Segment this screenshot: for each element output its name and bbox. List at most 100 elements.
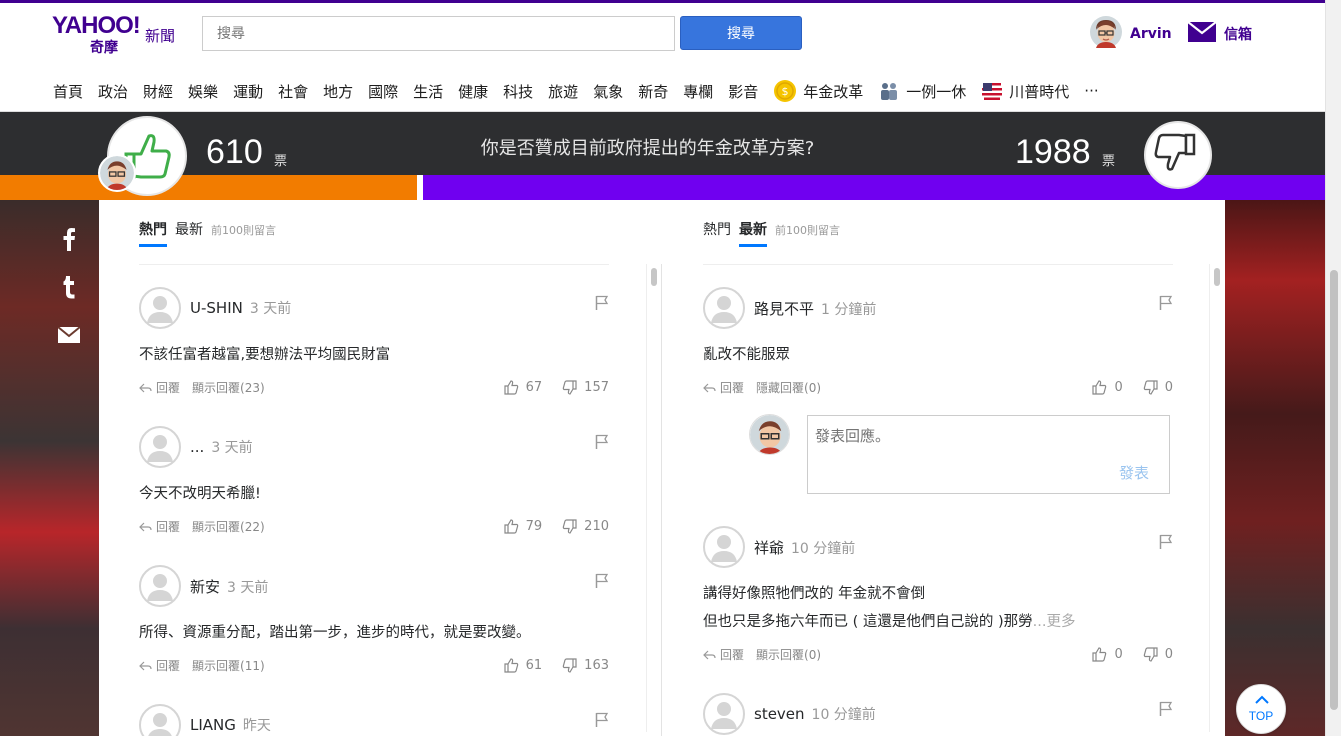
report-flag-icon[interactable] [1159,701,1173,721]
post-reply-button[interactable]: 發表 [1119,462,1149,483]
page-scrollbar-thumb[interactable] [1330,270,1338,710]
nav-item-sports[interactable]: 運動 [233,81,263,102]
reply-composer: 發表 [807,415,1170,494]
comment-like-button[interactable]: 0 [1092,380,1123,395]
reply-button[interactable]: 回覆 [139,518,180,535]
left-comments-scrollbar[interactable] [646,264,656,732]
coin-icon: $ [773,79,797,103]
right-comment-tabs: 熱門 最新 前100則留言 [703,219,840,247]
tab-latest[interactable]: 最新 [739,219,767,247]
nav-more-button[interactable]: ··· [1084,82,1098,100]
nav-item-odd[interactable]: 新奇 [638,81,668,102]
page-scrollbar[interactable] [1325,0,1341,736]
comment-body: 所得、資源重分配，踏出第一步，進步的時代，就是要改變。 [139,625,531,641]
report-flag-icon[interactable] [595,295,609,315]
yes-vote-bar [0,175,417,200]
hide-replies-button[interactable]: 隱藏回覆(0) [756,379,821,396]
nav-item-one-rest[interactable]: 一例一休 [878,81,966,102]
show-replies-button[interactable]: 顯示回覆(11) [192,657,265,674]
nav-item-local[interactable]: 地方 [323,81,353,102]
comment-author[interactable]: steven [754,705,805,723]
comment-dislike-button[interactable]: 0 [1143,380,1173,395]
nav-item-home[interactable]: 首頁 [53,81,83,102]
tab-hot[interactable]: 熱門 [703,219,731,239]
nav-item-entertainment[interactable]: 娛樂 [188,81,218,102]
nav-item-health[interactable]: 健康 [458,81,488,102]
mail-icon [1187,21,1217,46]
back-to-top-button[interactable]: TOP [1236,684,1286,734]
comment-like-button[interactable]: 79 [504,519,542,534]
comment-like-button[interactable]: 61 [504,658,542,673]
default-avatar-icon [139,426,181,468]
us-flag-icon [981,80,1003,102]
comment-actions: 回覆 顯示回覆(11) 61 163 [139,657,609,674]
comment-body: 今天不改明天希臘! [139,486,261,502]
email-share-button[interactable] [56,322,82,348]
nav-item-society[interactable]: 社會 [278,81,308,102]
facebook-icon [63,228,75,251]
tab-latest[interactable]: 最新 [175,219,203,239]
nav-item-weather[interactable]: 氣象 [593,81,623,102]
tumblr-icon [63,276,75,299]
comment-author[interactable]: 新安 [190,578,220,596]
nav-item-politics[interactable]: 政治 [98,81,128,102]
show-replies-button[interactable]: 顯示回覆(22) [192,518,265,535]
show-replies-button[interactable]: 顯示回覆(0) [756,646,821,663]
comment-votes: 0 0 [1072,647,1173,662]
nav-item-finance[interactable]: 財經 [143,81,173,102]
comment-time: 10 分鐘前 [811,707,876,723]
nav-item-video[interactable]: 影音 [728,81,758,102]
reply-button[interactable]: 回覆 [139,657,180,674]
nav-item-column[interactable]: 專欄 [683,81,713,102]
mail-link[interactable]: 信箱 [1187,21,1252,46]
comment-like-button[interactable]: 0 [1092,647,1123,662]
right-comments-scroll-thumb[interactable] [1214,268,1220,286]
comment-author[interactable]: ... [190,438,204,456]
left-comments-scroll-thumb[interactable] [651,268,657,286]
comment-dislike-button[interactable]: 0 [1143,647,1173,662]
back-to-top-label: TOP [1248,709,1274,723]
comment-votes: 61 163 [484,658,609,673]
report-flag-icon[interactable] [1159,534,1173,554]
user-menu[interactable]: Arvin [1090,16,1172,52]
nav-item-pension-reform[interactable]: $ 年金改革 [773,79,863,103]
report-flag-icon[interactable] [595,573,609,593]
show-replies-button[interactable]: 顯示回覆(23) [192,379,265,396]
reply-button[interactable]: 回覆 [139,379,180,396]
background-photo-left [0,200,99,736]
no-unit: 票 [1102,154,1116,169]
tumblr-share-button[interactable] [56,274,82,300]
comment-author[interactable]: 路見不平 [754,300,814,318]
report-flag-icon[interactable] [1159,295,1173,315]
comment-item: 新安 3 天前 所得、資源重分配，踏出第一步，進步的時代，就是要改變。 回覆 顯示… [139,565,609,685]
comment-dislike-button[interactable]: 157 [562,380,609,395]
nav-item-life[interactable]: 生活 [413,81,443,102]
reply-button[interactable]: 回覆 [703,646,744,663]
nav-item-trump[interactable]: 川普時代 [981,80,1069,102]
yahoo-logo[interactable]: YAHOO! 奇摩 新聞 [52,14,175,57]
people-icon [878,81,900,101]
comment-dislike-button[interactable]: 163 [562,658,609,673]
right-comments-scrollbar[interactable] [1209,264,1219,732]
nav-item-travel[interactable]: 旅遊 [548,81,578,102]
comment-author[interactable]: LIANG [190,716,236,734]
nav-item-international[interactable]: 國際 [368,81,398,102]
background-photo-right [1225,200,1325,736]
search-button[interactable]: 搜尋 [680,16,802,50]
comment-author[interactable]: 祥爺 [754,539,784,557]
comment-author[interactable]: U-SHIN [190,299,243,317]
report-flag-icon[interactable] [595,434,609,454]
tab-hot[interactable]: 熱門 [139,219,167,247]
facebook-share-button[interactable] [56,226,82,252]
comment-like-button[interactable]: 67 [504,380,542,395]
read-more-link[interactable]: ...更多 [1033,614,1076,630]
reply-textarea[interactable] [808,416,1169,466]
reply-button[interactable]: 回覆 [703,379,744,396]
comment-actions: 回覆 顯示回覆(0) 0 0 [703,646,1173,663]
nav-item-tech[interactable]: 科技 [503,81,533,102]
comment-dislike-button[interactable]: 210 [562,519,609,534]
search-input[interactable] [202,16,675,51]
top-accent-line [0,0,1325,3]
report-flag-icon[interactable] [595,712,609,732]
thumbs-down-vote-button[interactable] [1144,121,1212,189]
